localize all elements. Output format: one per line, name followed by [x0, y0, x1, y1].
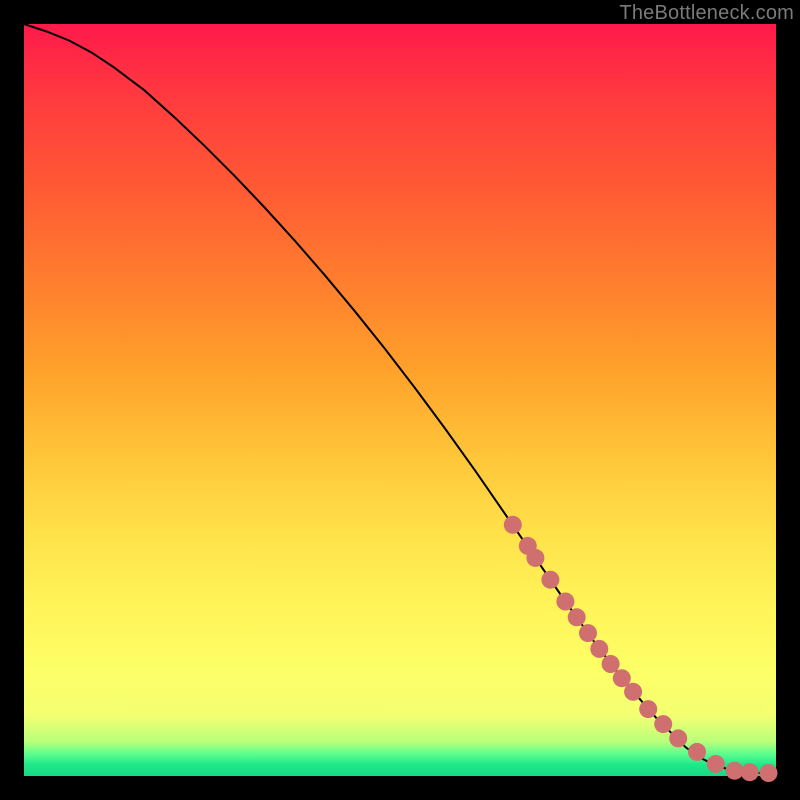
chart-overlay: [24, 24, 776, 776]
data-point: [654, 715, 672, 733]
bottleneck-curve: [24, 24, 776, 773]
data-point: [556, 593, 574, 611]
data-point-markers: [504, 516, 778, 782]
data-point: [579, 624, 597, 642]
data-point: [624, 683, 642, 701]
data-point: [568, 608, 586, 626]
data-point: [639, 700, 657, 718]
data-point: [688, 743, 706, 761]
data-point: [602, 655, 620, 673]
data-point: [760, 764, 778, 782]
data-point: [590, 640, 608, 658]
watermark-text: TheBottleneck.com: [619, 2, 794, 25]
data-point: [669, 729, 687, 747]
data-point: [741, 763, 759, 781]
data-point: [707, 755, 725, 773]
data-point: [526, 549, 544, 567]
data-point: [504, 516, 522, 534]
data-point: [541, 571, 559, 589]
